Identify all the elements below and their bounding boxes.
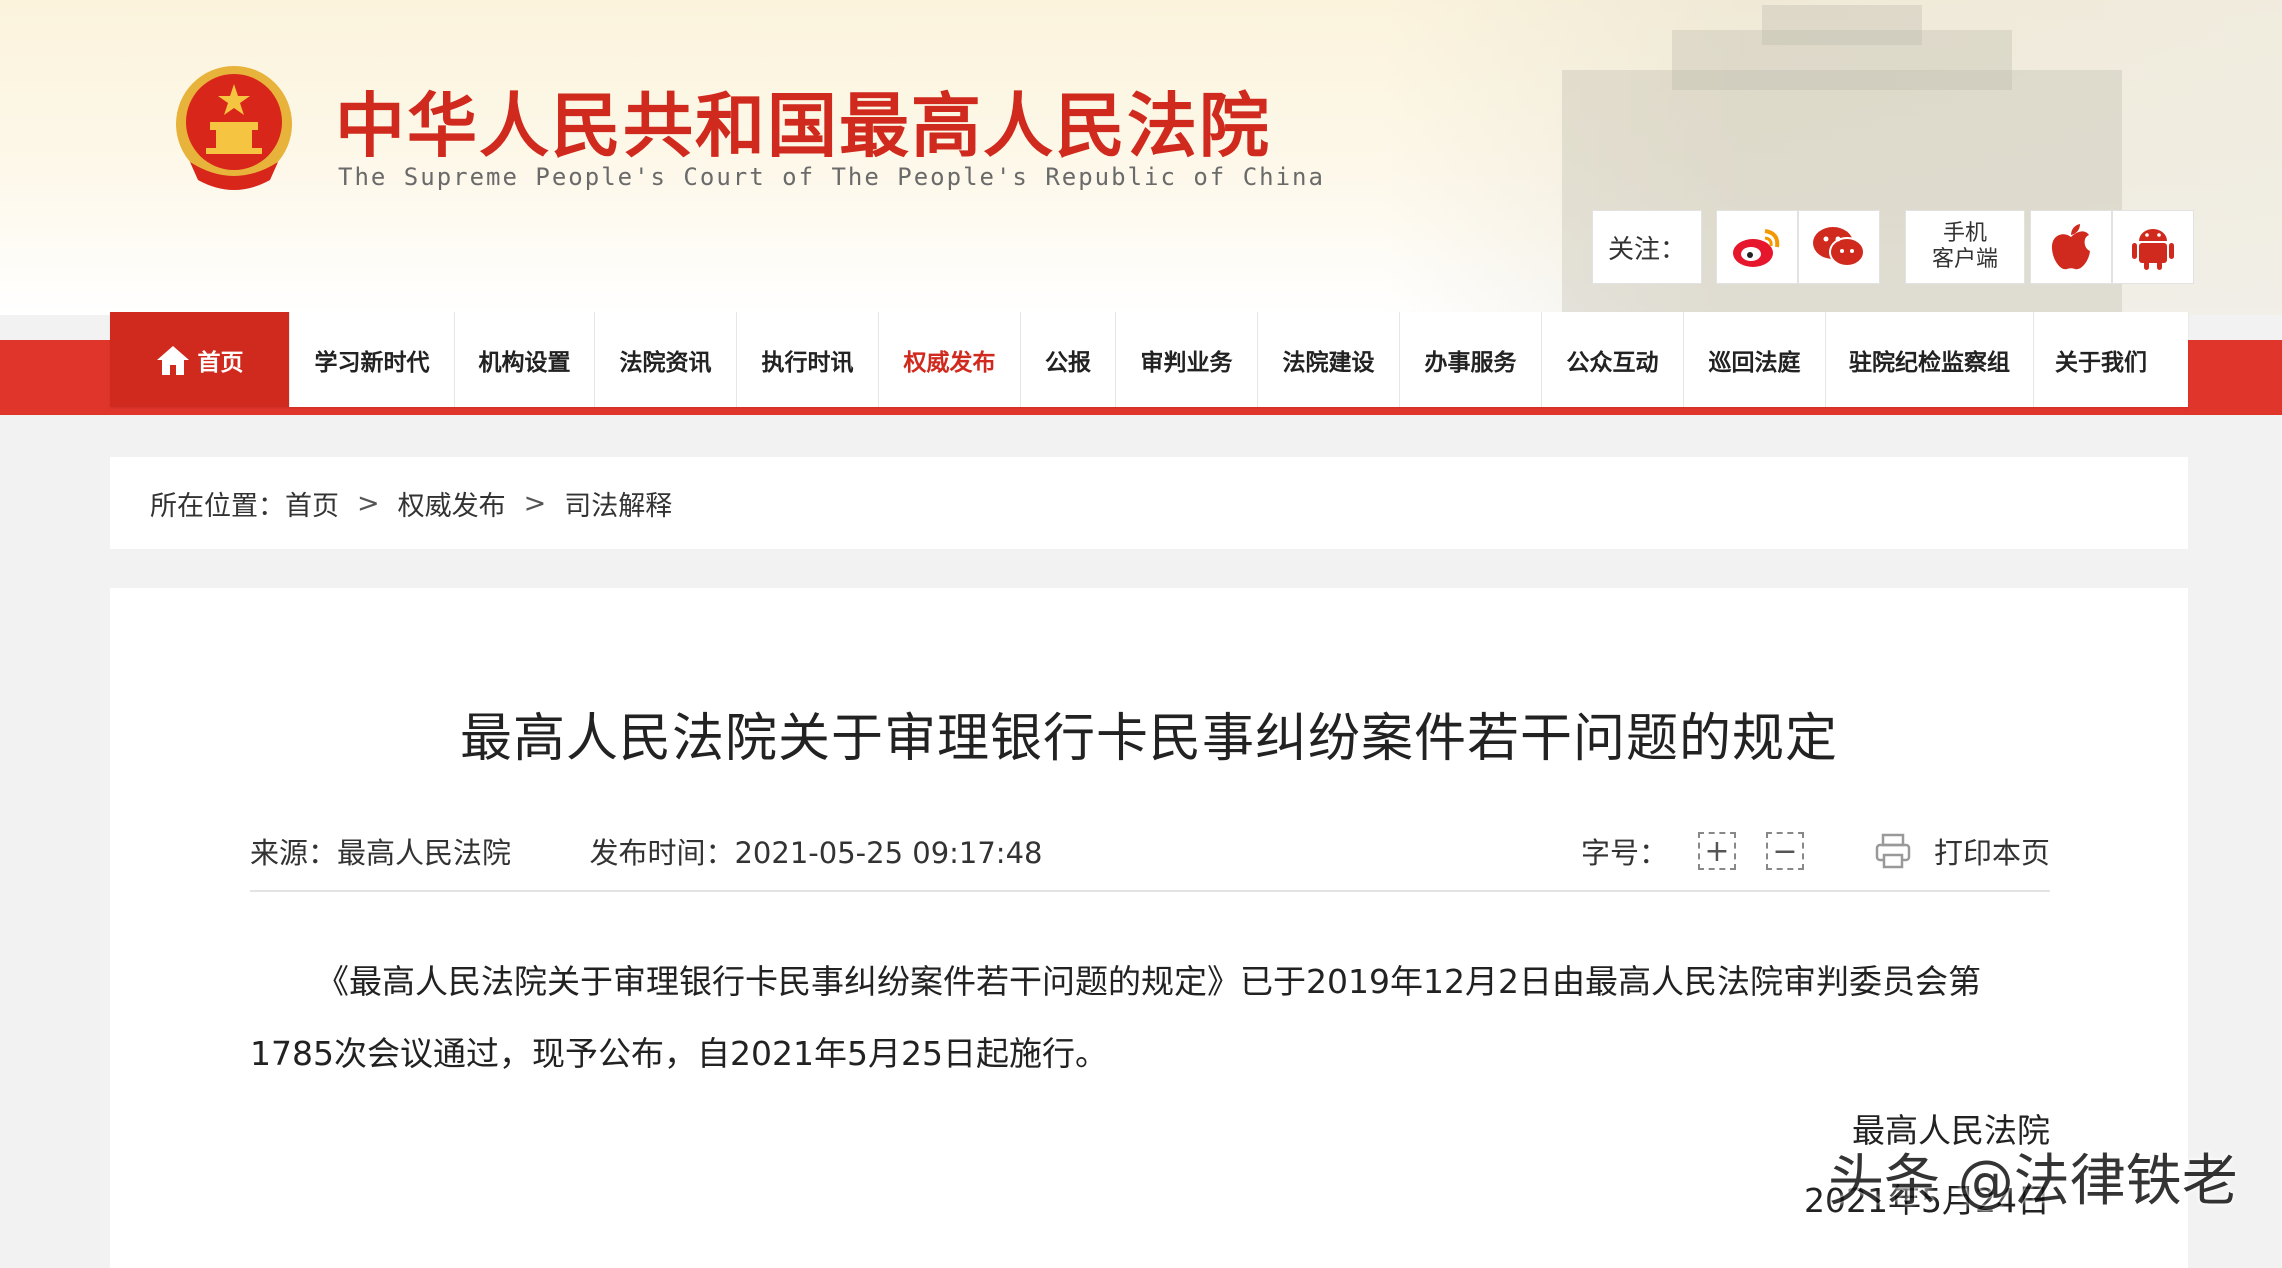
article-title: 最高人民法院关于审理银行卡民事纠纷案件若干问题的规定 <box>459 709 1838 769</box>
nav-item-court-news[interactable]: 法院资讯 <box>595 312 737 407</box>
publish-time-label: 发布时间： <box>589 836 735 870</box>
nav-item-authority-release[interactable]: 权威发布 <box>879 312 1021 407</box>
wechat-icon <box>1813 227 1865 267</box>
national-emblem-icon <box>176 66 292 190</box>
nav-item-services[interactable]: 办事服务 <box>1400 312 1542 407</box>
font-increase-button[interactable]: + <box>1697 832 1736 870</box>
weibo-icon <box>1733 229 1780 267</box>
mobile-label-line2: 客户端 <box>1931 247 1998 272</box>
source-label: 来源： <box>250 836 338 870</box>
home-icon <box>156 345 189 375</box>
nav-item-circuit-court[interactable]: 巡回法庭 <box>1684 312 1826 407</box>
nav-item-home[interactable]: 首页 <box>110 312 290 407</box>
main-nav: 首页 学习新时代 机构设置 法院资讯 执行时讯 权威发布 公报 审判业务 法院建… <box>110 312 2188 407</box>
breadcrumb-home[interactable]: 首页 <box>285 484 339 523</box>
nav-item-organization[interactable]: 机构设置 <box>455 312 595 407</box>
watermark: 头条 @法律铁老 <box>1828 1149 2238 1214</box>
site-subtitle: The Supreme People's Court of The People… <box>338 163 1325 191</box>
nav-item-court-construction[interactable]: 法院建设 <box>1258 312 1400 407</box>
breadcrumb-separator: > <box>523 487 547 519</box>
nav-item-study[interactable]: 学习新时代 <box>290 312 455 407</box>
breadcrumb-authority-release[interactable]: 权威发布 <box>398 484 506 523</box>
breadcrumb-separator: > <box>357 487 380 519</box>
wechat-button[interactable] <box>1798 210 1880 284</box>
apple-icon <box>2051 224 2090 270</box>
site-header: 中华人民共和国最高人民法院 The Supreme People's Court… <box>0 0 2282 315</box>
nav-item-label: 首页 <box>197 349 244 376</box>
article-meta: 来源：最高人民法院 发布时间：2021-05-25 09:17:48 字号： +… <box>250 830 2050 892</box>
nav-item-gazette[interactable]: 公报 <box>1021 312 1116 407</box>
publish-time-value: 2021-05-25 09:17:48 <box>734 836 1043 870</box>
source-value: 最高人民法院 <box>337 836 512 870</box>
mobile-label-line1: 手机 <box>1942 221 1987 246</box>
article-body: 《最高人民法院关于审理银行卡民事纠纷案件若干问题的规定》已于2019年12月2日… <box>250 962 1981 1073</box>
printer-icon[interactable] <box>1874 832 1912 870</box>
follow-label: 关注： <box>1592 210 1702 284</box>
nav-item-about[interactable]: 关于我们 <box>2034 312 2168 407</box>
apple-button[interactable] <box>2030 210 2112 284</box>
mobile-client-button[interactable]: 手机 客户端 <box>1905 210 2025 284</box>
font-decrease-button[interactable]: − <box>1765 832 1804 870</box>
weibo-button[interactable] <box>1716 210 1798 284</box>
breadcrumb-prefix: 所在位置： <box>150 490 285 522</box>
android-button[interactable] <box>2112 210 2194 284</box>
android-icon <box>2132 229 2174 270</box>
breadcrumb: 所在位置： 首页 > 权威发布 > 司法解释 <box>110 457 2188 549</box>
breadcrumb-judicial-interpretation[interactable]: 司法解释 <box>564 484 672 523</box>
nav-item-trial-business[interactable]: 审判业务 <box>1116 312 1258 407</box>
nav-item-enforcement[interactable]: 执行时讯 <box>737 312 879 407</box>
font-size-label: 字号： <box>1580 836 1668 870</box>
nav-item-public-interaction[interactable]: 公众互动 <box>1542 312 1684 407</box>
nav-item-discipline-group[interactable]: 驻院纪检监察组 <box>1826 312 2034 407</box>
print-page-link[interactable]: 打印本页 <box>1934 830 2050 872</box>
site-title: 中华人民共和国最高人民法院 <box>335 84 1271 167</box>
